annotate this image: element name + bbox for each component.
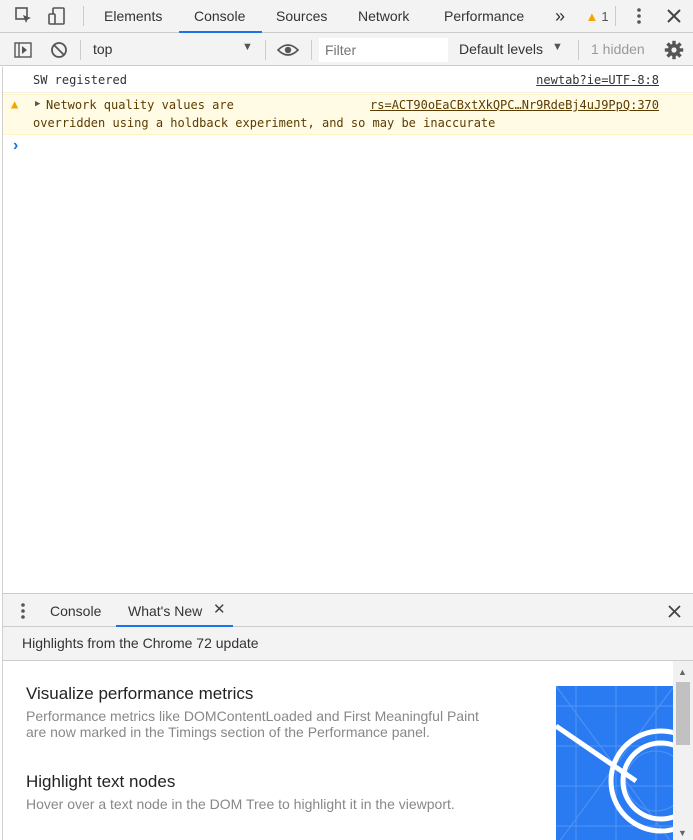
message-text: SW registered [33,73,127,87]
inspect-element-icon[interactable] [12,4,36,28]
clear-console-icon[interactable] [47,38,71,62]
close-drawer-icon[interactable] [662,599,686,623]
log-levels-dropdown[interactable]: Default levels ▼ [455,39,570,61]
kebab-menu-icon[interactable] [627,4,651,28]
filter-input[interactable] [319,38,448,62]
drawer-menu-icon[interactable] [13,599,33,623]
warning-source-link[interactable]: rs=ACT90oEaCBxtXkQPC…Nr9RdeBj4uJ9PpQ:370 [370,98,659,112]
tab-network[interactable]: Network [358,0,409,32]
console-toolbar: top ▼ Default levels ▼ 1 hidden [0,33,693,66]
feature-title: Visualize performance metrics [26,684,254,703]
levels-dropdown-arrow-icon: ▼ [552,41,563,53]
warning-text-line1: Network quality values are [46,98,234,112]
eye-icon[interactable] [276,38,300,62]
console-message-log: SW registered newtab?ie=UTF-8:8 [3,67,693,93]
scrollbar-thumb[interactable] [676,682,690,745]
feature-title: Highlight text nodes [26,772,176,791]
feature-description: Performance metrics like DOMContentLoade… [26,708,479,740]
device-toolbar-icon[interactable] [45,4,69,28]
warning-icon: ▲ [11,97,19,111]
scroll-up-arrow-icon[interactable]: ▲ [678,667,687,677]
whats-new-header: Highlights from the Chrome 72 update [2,627,693,661]
prompt-chevron-icon: › [13,137,19,154]
sidebar-toggle-icon[interactable] [11,38,35,62]
scroll-down-arrow-icon[interactable]: ▼ [678,828,687,838]
gear-icon[interactable] [662,38,686,62]
tab-elements[interactable]: Elements [104,0,162,32]
tab-console[interactable]: Console [194,0,245,32]
devtools-main-toolbar: Elements Console Sources Network Perform… [0,0,693,33]
close-devtools-icon[interactable] [662,4,686,28]
console-message-warning: ▲ ▶ Network quality values are rs=ACT90o… [3,94,693,135]
message-source-link[interactable]: newtab?ie=UTF-8:8 [536,73,659,87]
drawer-scrollbar[interactable]: ▲ ▼ [673,661,693,840]
feature-description: Hover over a text node in the DOM Tree t… [26,796,455,812]
console-prompt[interactable]: › [3,137,693,157]
context-selector[interactable]: top ▼ [80,37,262,63]
whats-new-subtitle: Highlights from the Chrome 72 update [22,635,259,651]
drawer-tab-console[interactable]: Console [50,595,101,627]
feature-illustration [556,686,674,840]
expand-triangle-icon[interactable]: ▶ [35,99,40,109]
warning-text-line2: overridden using a holdback experiment, … [33,116,496,130]
log-levels-label: Default levels [459,41,544,57]
drawer-tab-bar: Console What's New ✕ [2,593,693,627]
tab-performance[interactable]: Performance [444,0,524,32]
whats-new-content: Visualize performance metrics Performanc… [2,661,693,840]
warning-icon: ▲ [585,8,599,24]
context-label: top [93,41,113,57]
dropdown-arrow-icon: ▼ [242,41,253,53]
console-messages: SW registered newtab?ie=UTF-8:8 ▲ ▶ Netw… [2,67,693,593]
warning-counter[interactable]: ▲ 1 [582,4,612,28]
tab-sources[interactable]: Sources [276,0,327,32]
warning-count: 1 [601,8,609,24]
double-chevron-right-icon[interactable]: » [548,4,572,28]
hidden-messages-count: 1 hidden [591,41,645,57]
close-tab-icon[interactable]: ✕ [213,600,226,618]
drawer-tab-whats-new[interactable]: What's New [128,595,202,627]
